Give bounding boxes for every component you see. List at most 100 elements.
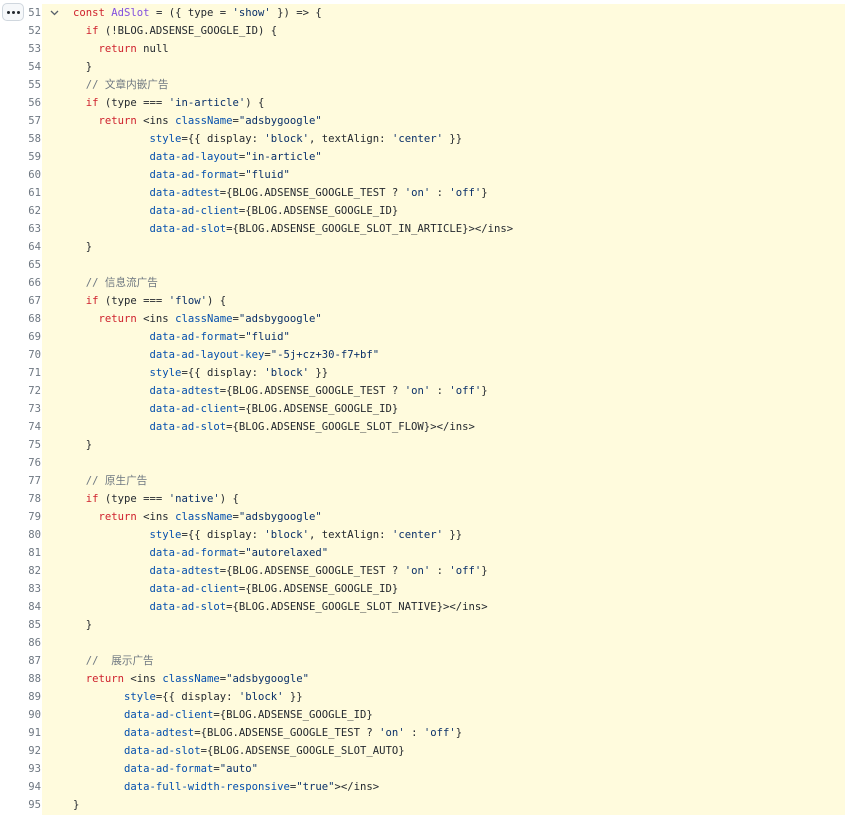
line-number[interactable]: 68 bbox=[0, 310, 41, 328]
code-text: data-ad-slot={BLOG.ADSENSE_GOOGLE_SLOT_N… bbox=[73, 598, 488, 616]
line-number[interactable]: 89 bbox=[0, 688, 41, 706]
code-token: <ins bbox=[136, 115, 176, 127]
code-line: 77 // 原生广告 bbox=[0, 472, 845, 490]
line-number[interactable]: 78 bbox=[0, 490, 41, 508]
line-number[interactable]: 65 bbox=[0, 256, 41, 274]
code-token: return bbox=[98, 43, 137, 55]
line-number[interactable]: 54 bbox=[0, 58, 41, 76]
line-number[interactable]: 93 bbox=[0, 760, 41, 778]
code-token: data-adtest bbox=[149, 385, 220, 397]
line-number[interactable]: 67 bbox=[0, 292, 41, 310]
code-token: : bbox=[430, 385, 450, 397]
code-token: data-ad-slot bbox=[149, 601, 227, 613]
line-number[interactable]: 85 bbox=[0, 616, 41, 634]
code-token: return bbox=[98, 115, 137, 127]
code-token: "fluid" bbox=[245, 169, 290, 181]
line-number[interactable]: 83 bbox=[0, 580, 41, 598]
line-number[interactable]: 87 bbox=[0, 652, 41, 670]
line-number[interactable]: 95 bbox=[0, 796, 41, 814]
line-number[interactable]: 80 bbox=[0, 526, 41, 544]
code-token: AdSlot bbox=[111, 7, 150, 19]
code-text: if (type === 'in-article') { bbox=[73, 94, 265, 112]
code-token: return bbox=[98, 313, 137, 325]
code-text: } bbox=[73, 238, 92, 256]
code-text: return <ins className="adsbygoogle" bbox=[73, 670, 309, 688]
line-number[interactable]: 66 bbox=[0, 274, 41, 292]
line-number[interactable]: 94 bbox=[0, 778, 41, 796]
code-token: 'native' bbox=[168, 493, 220, 505]
code-text: data-full-width-responsive="true"></ins> bbox=[73, 778, 379, 796]
code-line: 69 data-ad-format="fluid" bbox=[0, 328, 845, 346]
code-token: } bbox=[73, 799, 80, 811]
line-number[interactable]: 64 bbox=[0, 238, 41, 256]
line-number[interactable]: 63 bbox=[0, 220, 41, 238]
code-line: 51 const AdSlot = ({ type = 'show' }) => … bbox=[0, 4, 845, 22]
code-token: , textAlign: bbox=[309, 133, 392, 145]
code-token: }} bbox=[309, 367, 329, 379]
line-number[interactable]: 53 bbox=[0, 40, 41, 58]
chevron-down-icon[interactable] bbox=[49, 4, 59, 22]
line-number[interactable]: 61 bbox=[0, 184, 41, 202]
code-token: if bbox=[85, 295, 99, 307]
line-number[interactable]: 74 bbox=[0, 418, 41, 436]
line-number[interactable]: 79 bbox=[0, 508, 41, 526]
line-number[interactable]: 51 bbox=[0, 4, 41, 22]
code-token: <ins bbox=[136, 511, 176, 523]
code-token: ={BLOG.ADSENSE_GOOGLE_TEST ? bbox=[219, 385, 405, 397]
line-number[interactable]: 70 bbox=[0, 346, 41, 364]
line-number[interactable]: 71 bbox=[0, 364, 41, 382]
line-number[interactable]: 75 bbox=[0, 436, 41, 454]
line-number[interactable]: 76 bbox=[0, 454, 41, 472]
line-number[interactable]: 56 bbox=[0, 94, 41, 112]
line-number[interactable]: 81 bbox=[0, 544, 41, 562]
code-token: "autorelaxed" bbox=[245, 547, 329, 559]
code-token: return bbox=[85, 673, 125, 685]
code-token: className bbox=[175, 313, 233, 325]
code-line: 90 data-ad-client={BLOG.ADSENSE_GOOGLE_I… bbox=[0, 706, 845, 724]
code-token: <ins bbox=[136, 313, 176, 325]
line-number[interactable]: 72 bbox=[0, 382, 41, 400]
code-token: 'in-article' bbox=[168, 97, 246, 109]
code-token: ={{ display: bbox=[181, 367, 265, 379]
line-number[interactable]: 69 bbox=[0, 328, 41, 346]
line-number[interactable]: 90 bbox=[0, 706, 41, 724]
code-token: }} bbox=[442, 133, 463, 145]
code-text: data-ad-layout-key="-5j+cz+30-f7+bf" bbox=[73, 346, 380, 364]
line-number[interactable]: 82 bbox=[0, 562, 41, 580]
line-number[interactable]: 55 bbox=[0, 76, 41, 94]
code-line: 62 data-ad-client={BLOG.ADSENSE_GOOGLE_I… bbox=[0, 202, 845, 220]
code-line: 94 data-full-width-responsive="true"></i… bbox=[0, 778, 845, 796]
line-number[interactable]: 73 bbox=[0, 400, 41, 418]
code-token: } bbox=[481, 565, 488, 577]
line-number[interactable]: 91 bbox=[0, 724, 41, 742]
line-number[interactable]: 88 bbox=[0, 670, 41, 688]
line-number[interactable]: 92 bbox=[0, 742, 41, 760]
line-number[interactable]: 62 bbox=[0, 202, 41, 220]
line-number[interactable]: 86 bbox=[0, 634, 41, 652]
code-viewer: 51 const AdSlot = ({ type = 'show' }) => … bbox=[0, 0, 845, 815]
code-text: data-ad-client={BLOG.ADSENSE_GOOGLE_ID} bbox=[73, 580, 399, 598]
code-line: 89 style={{ display: 'block' }} bbox=[0, 688, 845, 706]
code-token: null bbox=[136, 43, 169, 55]
line-number[interactable]: 59 bbox=[0, 148, 41, 166]
code-line: 87 // 展示广告 bbox=[0, 652, 845, 670]
line-number[interactable]: 60 bbox=[0, 166, 41, 184]
code-token: 'off' bbox=[423, 727, 456, 739]
code-line: 63 data-ad-slot={BLOG.ADSENSE_GOOGLE_SLO… bbox=[0, 220, 845, 238]
line-number[interactable]: 58 bbox=[0, 130, 41, 148]
code-token: ) { bbox=[245, 97, 265, 109]
code-token: "-5j+cz+30-f7+bf" bbox=[270, 349, 380, 361]
code-token: data-ad-client bbox=[149, 205, 239, 217]
line-number[interactable]: 84 bbox=[0, 598, 41, 616]
code-token: ={BLOG.ADSENSE_GOOGLE_TEST ? bbox=[219, 565, 405, 577]
code-text: data-adtest={BLOG.ADSENSE_GOOGLE_TEST ? … bbox=[73, 724, 462, 742]
code-token: ={BLOG.ADSENSE_GOOGLE_ID} bbox=[238, 403, 399, 415]
line-number[interactable]: 77 bbox=[0, 472, 41, 490]
line-number[interactable]: 57 bbox=[0, 112, 41, 130]
line-number[interactable]: 52 bbox=[0, 22, 41, 40]
